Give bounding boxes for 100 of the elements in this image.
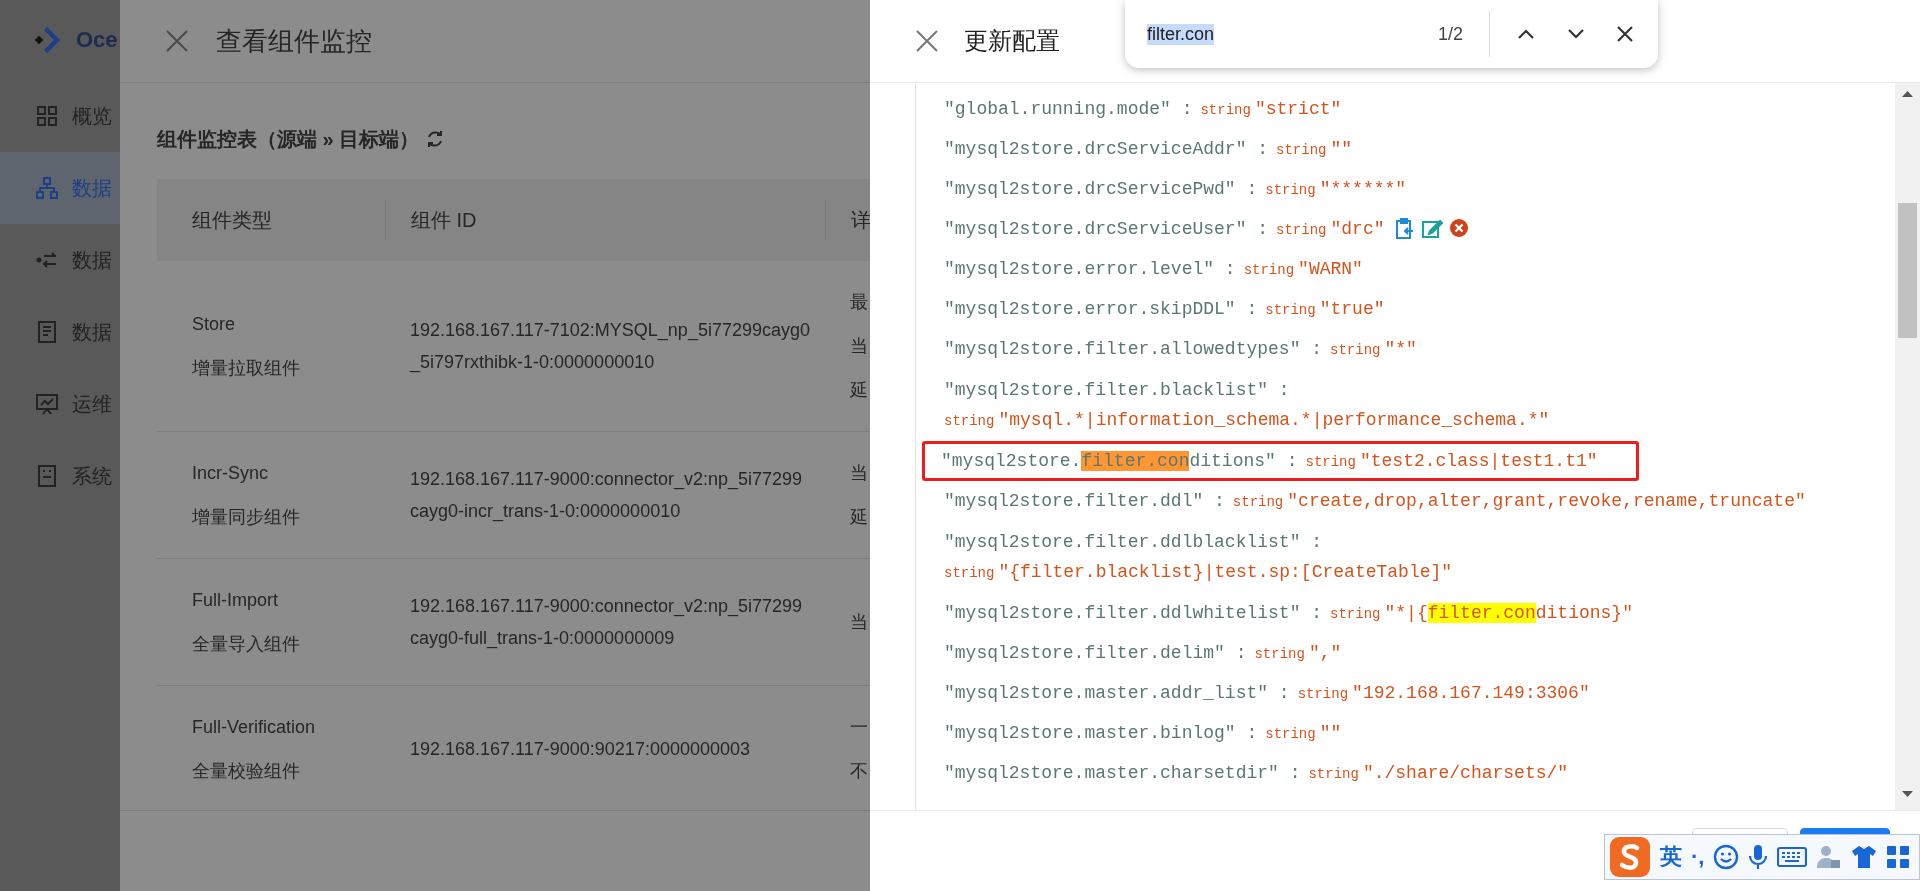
config-value: "": [1330, 138, 1353, 159]
sidebar-item[interactable]: 运维: [0, 368, 120, 440]
config-key: "mysql2store.drcServiceUser" :: [944, 219, 1269, 239]
search-match: filter.con: [1427, 602, 1536, 623]
smiley-icon[interactable]: [1713, 844, 1740, 870]
config-value: "true": [1319, 298, 1385, 319]
type-label: string: [1297, 684, 1349, 704]
component-type-label: 全量导入组件: [192, 633, 301, 656]
sitemap-icon: [36, 177, 58, 199]
config-key: "mysql2store.drcServicePwd" :: [944, 179, 1258, 199]
config-key: "mysql2store.filter.allowedtypes" :: [944, 339, 1323, 359]
type-label: string: [1200, 100, 1251, 120]
config-value: "{filter.blacklist}|test.sp:[CreateTable]": [998, 561, 1453, 582]
config-value: "": [1319, 722, 1342, 743]
sidebar-item[interactable]: 系统: [0, 440, 120, 512]
detail-text: 当: [850, 462, 869, 485]
config-key: "mysql2store.filter.ddlblacklist" :: [944, 531, 1323, 552]
type-label: string: [1265, 180, 1316, 200]
component-id: 192.168.167.117-9000:90217:0000000003: [410, 738, 751, 761]
drawer-title: 查看组件监控: [216, 24, 372, 58]
delete-icon[interactable]: [1448, 218, 1469, 238]
search-match: filter.con: [1081, 451, 1190, 471]
panel-icon: [36, 465, 58, 487]
type-label: string: [944, 411, 995, 431]
monitor-chart-icon: [36, 393, 58, 415]
type-label: string: [1254, 644, 1305, 664]
apps-grid-icon[interactable]: [1886, 845, 1911, 869]
config-value: "mysql.*|information_schema.*|performance_schema.*": [998, 409, 1550, 430]
detail-text: 延: [850, 506, 869, 529]
detail-text: 最: [850, 291, 869, 314]
config-key: "mysql2store.master.charsetdir" :: [944, 763, 1301, 783]
config-key: "mysql2store.drcServiceAddr" :: [944, 139, 1269, 159]
logo-text: Oce: [76, 27, 118, 53]
component-type: Full-Import: [192, 589, 279, 612]
type-label: string: [1305, 452, 1356, 472]
drawer-title: 更新配置: [964, 26, 1060, 56]
type-label: string: [1265, 300, 1316, 320]
detail-text: 延: [850, 379, 869, 402]
config-value: "******": [1319, 178, 1407, 199]
component-type: Store: [192, 313, 237, 336]
sidebar-item[interactable]: 数据: [0, 224, 120, 296]
type-label: string: [1243, 260, 1295, 280]
match-count: 1/2: [1437, 23, 1463, 45]
config-key: "mysql2store.master.binlog" :: [944, 723, 1258, 743]
component-type-label: 全量校验组件: [192, 760, 301, 783]
keyboard-icon[interactable]: [1777, 846, 1808, 868]
config-key: "mysql2store.error.skipDDL" :: [944, 299, 1258, 319]
type-label: string: [1276, 140, 1327, 160]
document-icon: [36, 321, 58, 343]
type-label: string: [1330, 340, 1381, 360]
shirt-icon[interactable]: [1851, 845, 1878, 869]
type-label: string: [944, 563, 995, 583]
component-id: 192.168.167.117-7102:MYSQL_np_5i77299cayg0_5i797rxthibk-1-0:0000000010: [410, 319, 810, 375]
type-label: string: [1232, 492, 1284, 512]
close-icon[interactable]: [1616, 25, 1634, 43]
user-lock-icon[interactable]: [1816, 844, 1843, 870]
column-header: 组件 ID: [385, 200, 825, 240]
config-value: ditions}": [1535, 602, 1633, 623]
sidebar-item[interactable]: 数据: [0, 296, 120, 368]
component-type-label: 增量拉取组件: [192, 357, 301, 380]
config-value: "./share/charsets/": [1362, 762, 1569, 783]
config-key: "global.running.mode" :: [944, 99, 1193, 119]
config-value: "create,drop,alter,grant,revoke,rename,truncate": [1287, 490, 1806, 511]
ime-logo-icon[interactable]: [1609, 836, 1651, 878]
config-value: ",": [1308, 642, 1342, 663]
edit-icon[interactable]: [1420, 218, 1443, 240]
config-value: "*": [1384, 338, 1417, 359]
input-mode-toggle[interactable]: 英: [1660, 842, 1682, 872]
config-key: "mysql2store.filter.blacklist" :: [944, 379, 1290, 400]
component-id: 192.168.167.117-9000:connector_v2:np_5i77299cayg0-full_trans-1-0:0000000009: [410, 595, 803, 651]
config-key: "mysql2store.: [941, 451, 1082, 471]
column-header: 组件类型: [191, 208, 273, 233]
grid-icon: [36, 105, 58, 127]
microphone-icon[interactable]: [1748, 844, 1769, 870]
config-key: "mysql2store.master.addr_list" :: [944, 683, 1290, 703]
config-value: "192.168.167.149:3306": [1352, 682, 1590, 703]
find-field[interactable]: filter.con: [1147, 14, 1438, 54]
punctuation-toggle[interactable]: ·,: [1691, 844, 1705, 870]
type-label: string: [1265, 724, 1316, 744]
scrollbar[interactable]: [1895, 83, 1920, 810]
detail-text: 当: [850, 335, 869, 358]
config-value: "*|{: [1384, 602, 1428, 623]
detail-text: 不: [850, 760, 869, 783]
type-label: string: [1330, 604, 1381, 624]
config-key: "mysql2store.filter.ddl" :: [944, 491, 1225, 511]
config-value: "WARN": [1298, 258, 1363, 279]
component-id: 192.168.167.117-9000:connector_v2:np_5i77299cayg0-incr_trans-1-0:0000000010: [410, 468, 803, 524]
config-value: "strict": [1254, 98, 1342, 119]
sidebar-item[interactable]: 数据: [0, 152, 120, 224]
component-type: Incr-Sync: [192, 462, 270, 485]
config-value: "test2.class|test1.t1": [1359, 450, 1598, 471]
component-type: Full-Verification: [192, 716, 317, 739]
detail-text: 当: [850, 611, 869, 634]
config-key: "mysql2store.filter.delim" :: [944, 643, 1247, 663]
config-key: "mysql2store.filter.ddlwhitelist" :: [944, 603, 1323, 623]
component-type-label: 增量同步组件: [192, 506, 301, 529]
config-key: ditions" :: [1189, 451, 1298, 471]
copy-icon[interactable]: [1394, 218, 1415, 240]
type-label: string: [1308, 764, 1359, 784]
config-key: "mysql2store.error.level" :: [944, 259, 1236, 279]
